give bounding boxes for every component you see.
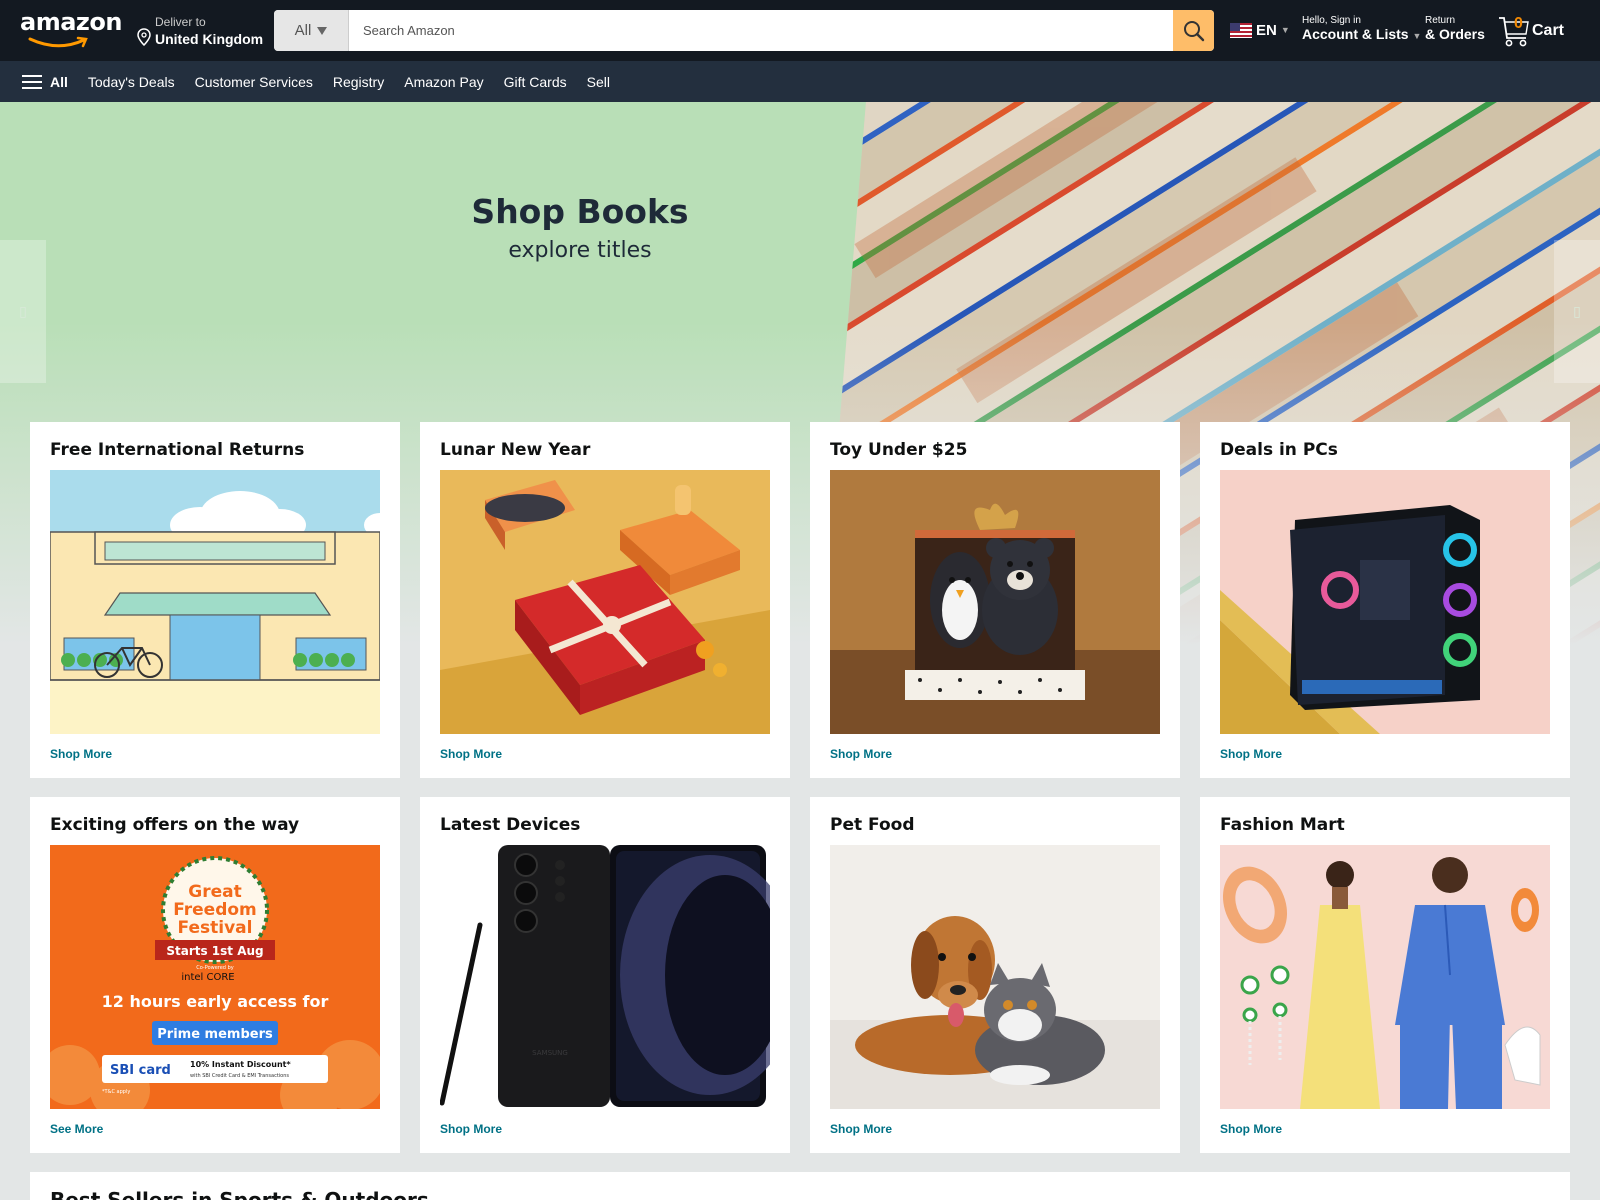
cart-count: 0 bbox=[1514, 15, 1523, 32]
storefront-image bbox=[50, 470, 380, 734]
great-freedom-festival-banner: Great Freedom Festival Starts 1st Aug Co… bbox=[50, 845, 380, 1109]
account-label: Account & Lists bbox=[1302, 26, 1409, 42]
card-link[interactable]: Shop More bbox=[1220, 1122, 1282, 1136]
nav-todays-deals[interactable]: Today's Deals bbox=[88, 74, 175, 90]
card-lunar-new-year[interactable]: Lunar New Year Shop More bbox=[420, 422, 790, 778]
nav-customer-services[interactable]: Customer Services bbox=[195, 74, 313, 90]
card-link[interactable]: Shop More bbox=[830, 1122, 892, 1136]
search-button[interactable] bbox=[1173, 10, 1214, 51]
nav-amazon-pay[interactable]: Amazon Pay bbox=[404, 74, 483, 90]
card-title: Exciting offers on the way bbox=[50, 815, 300, 835]
top-header: amazon Deliver to United Kingdom All EN bbox=[0, 0, 1600, 61]
promo-starts: Starts 1st Aug bbox=[166, 944, 263, 958]
promo-bank: SBI card bbox=[110, 1063, 171, 1078]
card-title: Deals in PCs bbox=[1220, 440, 1338, 460]
card-title: Lunar New Year bbox=[440, 440, 591, 460]
account-greeting: Hello, Sign in bbox=[1302, 15, 1361, 26]
account-lists[interactable]: Hello, Sign in Account & Lists ▼ bbox=[1302, 15, 1421, 42]
orders-line1: Return bbox=[1425, 15, 1456, 26]
smile-arrow-icon bbox=[28, 36, 88, 48]
search-bar: All bbox=[274, 10, 1214, 51]
promo-sponsor: intel CORE bbox=[181, 972, 234, 983]
card-title: Toy Under $25 bbox=[830, 440, 968, 460]
card-free-international-returns[interactable]: Free International Returns Shop More bbox=[30, 422, 400, 778]
card-link[interactable]: Shop More bbox=[440, 1122, 502, 1136]
search-input[interactable] bbox=[349, 10, 1154, 51]
card-toy-under-25[interactable]: Toy Under $25 Shop More bbox=[810, 422, 1180, 778]
hero-title: Shop Books bbox=[471, 192, 689, 231]
search-icon bbox=[1183, 20, 1204, 41]
card-title: Latest Devices bbox=[440, 815, 581, 835]
gaming-pc-image bbox=[1220, 470, 1550, 734]
all-menu-label: All bbox=[50, 73, 68, 90]
card-latest-devices[interactable]: Latest Devices SAMSUNG Shop More bbox=[420, 797, 790, 1153]
nav-bar: All Today's Deals Customer Services Regi… bbox=[0, 61, 1600, 102]
best-sellers-section: Best Sellers in Sports & Outdoors bbox=[30, 1172, 1570, 1200]
hero-next-button[interactable]: ▯ bbox=[1554, 240, 1600, 383]
card-title: Pet Food bbox=[830, 815, 915, 835]
card-title: Free International Returns bbox=[50, 440, 305, 460]
plush-toys-image bbox=[830, 470, 1160, 734]
card-link[interactable]: Shop More bbox=[440, 747, 502, 761]
hero-prev-button[interactable]: ▯ bbox=[0, 240, 46, 383]
promo-festival-line1: Great bbox=[188, 882, 241, 902]
card-link[interactable]: Shop More bbox=[50, 747, 112, 761]
promo-festival-line3: Festival bbox=[178, 918, 253, 938]
card-pet-food[interactable]: Pet Food Shop More bbox=[810, 797, 1180, 1153]
search-category-label: All bbox=[294, 22, 312, 39]
gift-boxes-image bbox=[440, 470, 770, 734]
us-flag-icon bbox=[1230, 22, 1252, 38]
cart-button[interactable]: 0 Cart bbox=[1498, 12, 1578, 52]
card-exciting-offers[interactable]: Exciting offers on the way Great Freedom… bbox=[30, 797, 400, 1153]
nav-gift-cards[interactable]: Gift Cards bbox=[504, 74, 567, 90]
card-deals-in-pcs[interactable]: Deals in PCs Shop More bbox=[1200, 422, 1570, 778]
caret-down-icon: ▼ bbox=[1280, 25, 1290, 35]
card-fashion-mart[interactable]: Fashion Mart Shop More bbox=[1200, 797, 1570, 1153]
chevron-left-icon: ▯ bbox=[19, 303, 27, 319]
promo-tnc: *T&C apply bbox=[102, 1089, 130, 1095]
promo-discount: 10% Instant Discount* bbox=[190, 1060, 291, 1069]
language-code: EN bbox=[1256, 21, 1277, 39]
dog-and-cat-image bbox=[830, 845, 1160, 1109]
amazon-logo[interactable]: amazon bbox=[20, 8, 122, 48]
deliver-to[interactable]: Deliver to United Kingdom bbox=[137, 14, 264, 50]
chevron-down-icon bbox=[317, 26, 328, 35]
card-title: Fashion Mart bbox=[1220, 815, 1345, 835]
nav-registry[interactable]: Registry bbox=[333, 74, 384, 90]
caret-down-icon: ▼ bbox=[1412, 31, 1422, 41]
hero-subtitle: explore titles bbox=[508, 238, 652, 263]
logo-text: amazon bbox=[20, 8, 122, 36]
orders-line2: & Orders bbox=[1425, 26, 1485, 42]
deliver-label: Deliver to bbox=[155, 15, 206, 29]
cart-label: Cart bbox=[1532, 22, 1565, 39]
section-title: Best Sellers in Sports & Outdoors bbox=[50, 1188, 429, 1200]
card-link[interactable]: Shop More bbox=[1220, 747, 1282, 761]
promo-discount-sub: with SBI Credit Card & EMI Transactions bbox=[190, 1073, 289, 1079]
hamburger-menu-icon bbox=[22, 74, 42, 89]
promo-early-access: 12 hours early access for bbox=[102, 992, 329, 1011]
language-selector[interactable]: EN ▼ bbox=[1230, 20, 1290, 40]
fashion-collage-image bbox=[1220, 845, 1550, 1109]
chevron-right-icon: ▯ bbox=[1573, 303, 1581, 319]
promo-copowered: Co-Powered by bbox=[196, 965, 233, 971]
location-pin-icon bbox=[137, 28, 151, 46]
promo-festival-line2: Freedom bbox=[173, 900, 257, 920]
card-link[interactable]: Shop More bbox=[830, 747, 892, 761]
deliver-location: United Kingdom bbox=[155, 31, 264, 47]
nav-sell[interactable]: Sell bbox=[587, 74, 610, 90]
promo-prime: Prime members bbox=[157, 1027, 273, 1042]
card-link[interactable]: See More bbox=[50, 1122, 103, 1136]
smartphone-image: SAMSUNG bbox=[440, 845, 770, 1109]
all-menu-button[interactable]: All bbox=[22, 74, 68, 90]
search-category-dropdown[interactable]: All bbox=[274, 10, 349, 51]
returns-orders[interactable]: Return & Orders bbox=[1425, 15, 1485, 42]
device-brand: SAMSUNG bbox=[532, 1049, 568, 1057]
